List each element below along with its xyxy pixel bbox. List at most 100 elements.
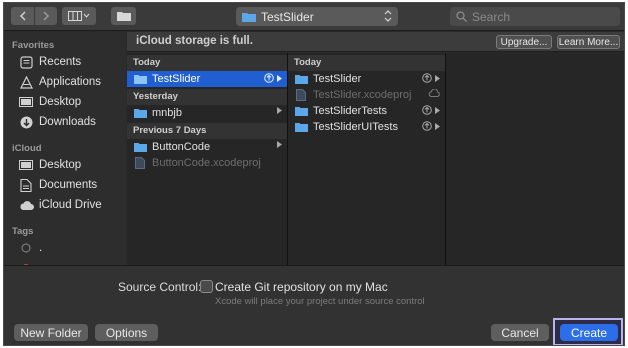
column-view-icon [68,11,90,21]
back-button[interactable] [11,7,34,25]
sidebar-section-favorites: Favorites [12,40,55,51]
banner-message: iCloud storage is full. [136,35,253,47]
chevron-right-icon [435,106,440,114]
chevron-left-icon [19,11,26,21]
browser-column-3 [446,53,624,265]
xcodeproj-file-icon [133,157,147,169]
clock-icon [18,55,34,69]
sidebar: Favorites Recents Applications Desktop D… [4,32,126,265]
chevron-right-icon [277,141,282,148]
sidebar-item-recents[interactable]: Recents [18,53,81,71]
list-item-label: mnbjb [152,107,182,119]
folder-icon [133,108,147,119]
group-header-previous-7-days: Previous 7 Days [127,123,287,139]
folder-icon [133,74,147,85]
sidebar-item-label: Applications [39,76,102,88]
list-item-label: ButtonCode [152,141,211,153]
browser-column-2: Today TestSlider TestSlider.xcodeproj Te… [288,53,446,265]
list-item-label: TestSliderUITests [313,121,398,133]
sidebar-item-label: Downloads [39,116,96,128]
document-icon [18,178,34,192]
chevron-right-icon [277,107,282,114]
row-accessories [277,141,282,148]
row-accessories [422,121,440,131]
new-folder-toolbar-button[interactable] [111,7,136,25]
desktop-icon [18,158,34,172]
folder-icon [116,12,131,21]
sidebar-section-icloud: iCloud [12,143,42,154]
up-down-chevron-icon [384,10,392,22]
sidebar-item-label: . [39,242,43,254]
sidebar-item-applications[interactable]: Applications [18,73,101,91]
sidebar-item-icloud-drive[interactable]: iCloud Drive [18,196,102,214]
toolbar: TestSlider Search [4,3,624,31]
list-item-testslidertests[interactable]: TestSliderTests [288,103,445,119]
applications-icon [18,75,34,89]
sidebar-item-label: Desktop [39,96,82,108]
browser-column-1: Today TestSlider Yesterday mnbjb Previou… [127,53,288,265]
folder-icon [294,106,308,117]
list-item-label: TestSliderTests [313,105,387,117]
sidebar-item-label: iCloud Drive [39,199,102,211]
location-label: TestSlider [261,9,314,24]
sidebar-item-downloads[interactable]: Downloads [18,113,96,131]
list-item-testslider-xcodeproj: TestSlider.xcodeproj [288,87,445,103]
tag-dot-icon [18,241,34,255]
search-icon [456,11,467,22]
sidebar-item-label: Documents [39,179,98,191]
list-item-buttoncode[interactable]: ButtonCode [127,139,287,155]
list-item-buttoncode-xcodeproj: ButtonCode.xcodeproj [127,155,287,171]
group-header-yesterday: Yesterday [127,89,287,105]
sidebar-section-tags: Tags [12,226,34,237]
nav-buttons [11,7,57,25]
sidebar-item-tag[interactable]: . [18,239,42,257]
folder-icon [242,12,256,22]
sidebar-item-documents[interactable]: Documents [18,176,97,194]
row-accessories [422,73,440,83]
sidebar-item-label: Recents [39,56,82,68]
row-accessories [428,89,440,97]
create-button[interactable]: Create [560,324,618,341]
desktop-icon [18,95,34,109]
source-control-label: Source Control: [118,280,202,294]
list-item-testslideruitests[interactable]: TestSliderUITests [288,119,445,135]
new-folder-button[interactable]: New Folder [14,324,88,341]
git-repository-label[interactable]: Create Git repository on my Mac [215,280,388,294]
cloud-upload-icon [422,121,432,131]
row-accessories [264,73,282,83]
save-dialog: TestSlider Search Favorites Recents Appl… [3,2,625,346]
git-repository-checkbox[interactable] [200,280,213,293]
list-item-label: TestSlider.xcodeproj [313,89,412,101]
view-mode-button[interactable] [62,7,96,25]
cancel-button[interactable]: Cancel [491,324,549,341]
chevron-right-icon [435,122,440,130]
search-placeholder: Search [472,9,511,24]
dialog-footer: Source Control: Create Git repository on… [4,265,624,345]
list-item-testslider[interactable]: TestSlider [127,71,287,87]
group-header-today: Today [127,55,287,71]
cloud-icon [18,198,34,212]
cloud-icon [428,89,440,97]
list-item-mnbjb[interactable]: mnbjb [127,105,287,121]
learn-more-button[interactable]: Learn More... [557,35,620,49]
icloud-banner: iCloud storage is full. Upgrade... Learn… [127,32,624,52]
source-control-hint: Xcode will place your project under sour… [215,296,425,307]
sidebar-item-desktop[interactable]: Desktop [18,93,81,111]
search-field[interactable]: Search [450,7,620,26]
list-item-label: TestSlider [313,73,362,85]
forward-button[interactable] [34,7,57,25]
cloud-upload-icon [264,73,274,83]
options-button[interactable]: Options [95,324,158,341]
folder-icon [133,142,147,153]
list-item-label: TestSlider [152,73,201,85]
chevron-right-icon [435,74,440,82]
location-popup[interactable]: TestSlider [236,7,398,26]
folder-icon [294,122,308,133]
upgrade-button[interactable]: Upgrade... [496,35,552,49]
sidebar-item-icloud-desktop[interactable]: Desktop [18,156,81,174]
folder-icon [294,74,308,85]
cloud-upload-icon [422,73,432,83]
chevron-right-icon [43,11,50,21]
list-item-testslider-folder[interactable]: TestSlider [288,71,445,87]
cloud-upload-icon [422,105,432,115]
